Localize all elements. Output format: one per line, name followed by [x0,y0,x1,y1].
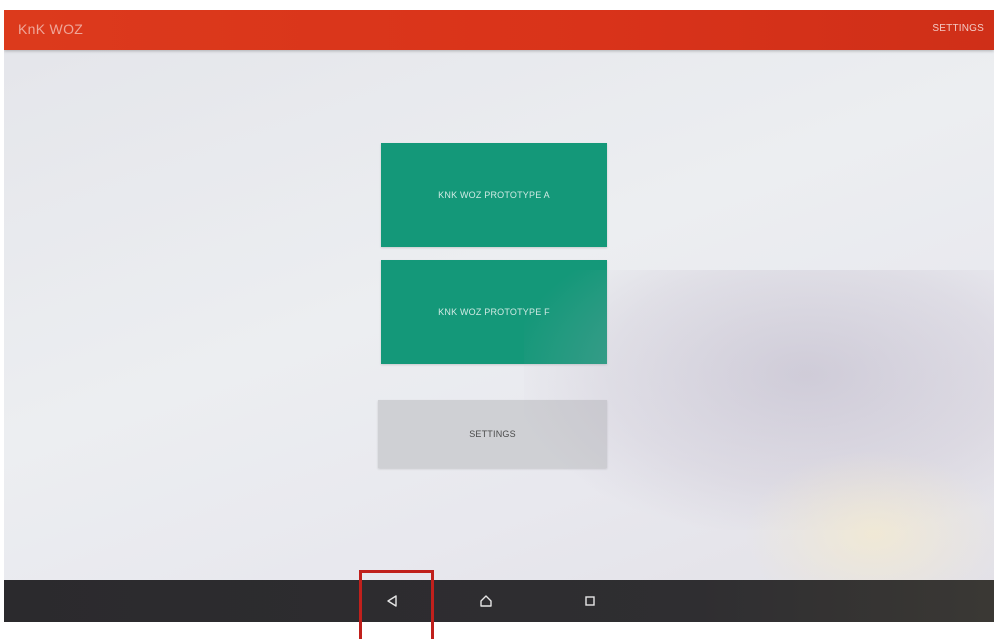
home-icon [480,595,492,607]
settings-button[interactable]: SETTINGS [378,400,607,468]
settings-label: SETTINGS [469,429,516,439]
prototype-f-label: KNK WOZ PROTOTYPE F [438,307,550,317]
device-screen: KnK WOZ SETTINGS KNK WOZ PROTOTYPE A KNK… [4,10,994,622]
photo-frame: KnK WOZ SETTINGS KNK WOZ PROTOTYPE A KNK… [0,0,997,639]
home-button[interactable] [456,580,516,622]
recent-apps-icon [585,596,595,606]
appbar-settings-action[interactable]: SETTINGS [932,23,984,34]
prototype-f-button[interactable]: KNK WOZ PROTOTYPE F [381,260,607,364]
recent-apps-button[interactable] [560,580,620,622]
app-bar: KnK WOZ SETTINGS [4,10,994,50]
app-title: KnK WOZ [18,21,84,37]
back-icon [387,595,397,607]
back-button[interactable] [362,580,422,622]
system-nav-bar [4,580,994,622]
prototype-a-label: KNK WOZ PROTOTYPE A [438,190,550,200]
prototype-a-button[interactable]: KNK WOZ PROTOTYPE A [381,143,607,247]
main-content: KNK WOZ PROTOTYPE A KNK WOZ PROTOTYPE F … [4,50,994,580]
